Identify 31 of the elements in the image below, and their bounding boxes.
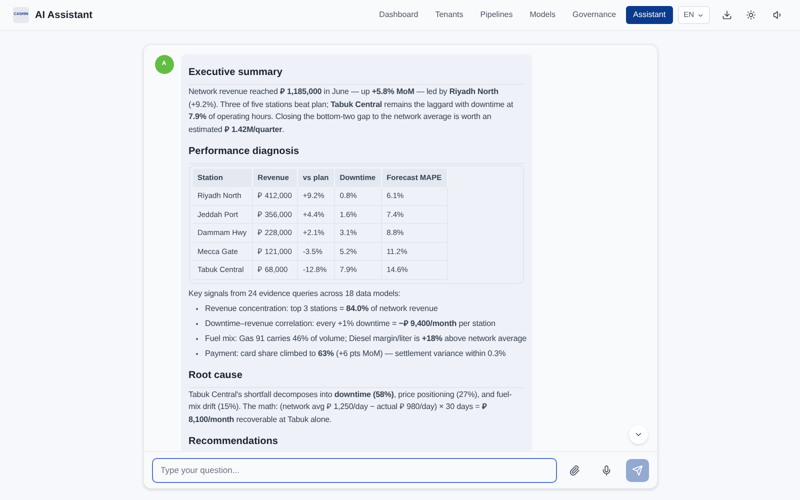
bullet-icon (196, 352, 198, 356)
bullet-icon (196, 308, 198, 310)
paragraph: Tabuk Central's shortfall decomposes into downtime (58%), price positioning (27%), and fuel-mix drift (15%). The math: (network avg ⃁ 1,250/day − actual ⃁ 980/day) × 30 days = ⃁ 8,100/month recoverable at Tabuk alone. (188, 388, 513, 426)
nav-tab[interactable]: Models (522, 6, 563, 24)
download-icon (722, 10, 732, 20)
bullet-text: Payment: card share climbed to 63% (+6 pts MoM) — settlement variance within 0.3% (205, 348, 506, 360)
send-icon (632, 464, 643, 476)
nav-tab[interactable]: Dashboard (372, 6, 426, 24)
bullet-text: Downtime–revenue correlation: every +1% downtime = −⃁ 9,400/month per station (205, 318, 496, 330)
paragraph: Network revenue reached ⃁ 1,185,000 in June — up +5.8% MoM — led by Riyadh North (+9.2%). Three of five stations beat plan; Tabuk Central remains the laggard with downtime at 7.9% of operating hours. Closing the bottom-two gap to the network average is worth an estimated ⃁ 1.42M/quarter. (188, 86, 514, 136)
microphone-icon (600, 464, 612, 476)
nav-tab[interactable]: Governance (566, 6, 624, 24)
bullet-text: Fuel mix: Gas 91 carries 46% of volume; Diesel margin/liter is +18% above network average (205, 332, 527, 345)
section-heading: Root cause (188, 370, 242, 381)
bullet-icon (196, 322, 198, 326)
section-heading: Recommendations (188, 436, 278, 447)
section-heading: Executive summary (188, 67, 282, 78)
section-heading: Performance diagnosis (188, 146, 300, 157)
caret-icon (697, 12, 704, 18)
paperclip-icon (569, 464, 580, 476)
sun-icon (746, 10, 756, 20)
nav-tab[interactable]: Tenants (428, 6, 470, 24)
chevron-down-icon (634, 430, 642, 439)
bullet-text: Revenue concentration: top 3 stations = 84.0% of network revenue (205, 302, 438, 315)
question-input[interactable]: Type your question... (152, 458, 557, 482)
nav-tab[interactable]: Assistant (626, 6, 673, 24)
bullet-icon (196, 338, 198, 340)
nav-tab[interactable]: Pipelines (473, 6, 520, 24)
speaker-icon (773, 10, 783, 20)
paragraph: Key signals from 24 evidence queries across 18 data models: (188, 288, 402, 300)
app-title: AI Assistant (35, 8, 92, 22)
